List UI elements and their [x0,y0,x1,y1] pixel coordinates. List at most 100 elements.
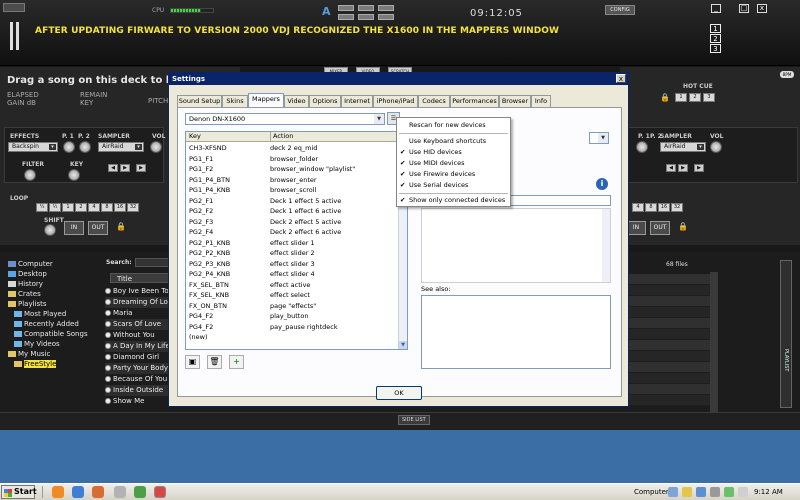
device-select[interactable]: Denon DN-X1600 ▼ [185,113,385,125]
tree-item-my-videos[interactable]: My Videos [14,340,60,348]
security-icon[interactable] [682,487,692,497]
browser-scrollbar[interactable] [710,272,718,422]
effect-select[interactable]: Backspin ▾ [8,142,58,152]
tab-video-settings[interactable]: Video [284,95,309,107]
tab-mappers[interactable]: Mappers [248,93,284,107]
mapping-row[interactable]: PG1_P4_KNB browser_scroll [186,185,398,195]
mapping-row[interactable]: PG1_F2 browser_window "playlist" [186,164,398,174]
layout-1-button[interactable]: 1 [710,24,721,33]
tab-skins[interactable]: Skins [222,95,248,107]
sampler-prev-button[interactable]: ◀ [108,164,118,172]
tab-iphone-ipad[interactable]: iPhone/iPad [373,95,418,107]
layout-buttons[interactable] [338,5,396,23]
sampler-next-button[interactable]: ▶ [120,164,130,172]
mapping-row[interactable]: PG2_P1_KNB effect slider 1 [186,238,398,248]
song-row[interactable]: Inside Outside [105,385,170,396]
song-row[interactable]: Because Of You [105,374,170,385]
song-row[interactable]: Dreaming Of Lo [105,297,170,308]
song-row[interactable]: A Day In My Life [105,341,170,352]
right-effect-param-knob[interactable] [636,141,648,153]
minimize-button[interactable]: _ [711,4,721,13]
tree-item-desktop[interactable]: Desktop [8,270,47,278]
loop-button-16[interactable]: 16 [114,203,126,212]
tab-sound-setup[interactable]: Sound Setup [177,95,222,107]
right-sampler-select[interactable]: AirRaid ▾ [660,142,706,152]
media-icon[interactable] [92,486,104,498]
right-lock-icon[interactable]: 🔒 [660,93,670,102]
layout-2-button[interactable]: 2 [710,34,721,43]
layout-3-button[interactable]: 3 [710,44,721,53]
menu-item-midi-devices[interactable]: ✔ Use MIDI devices [397,158,510,169]
tab-internet[interactable]: Internet [341,95,373,107]
lock-icon[interactable]: 🔒 [116,222,126,231]
song-row[interactable]: Diamond Girl [105,352,170,363]
loop-button-quarter[interactable]: ¼ [36,203,48,212]
ie-icon[interactable] [72,486,84,498]
info-icon[interactable]: i [596,178,608,190]
loop-out-button[interactable]: OUT [88,221,108,235]
close-button[interactable]: x [757,4,767,13]
menu-item-only-connected[interactable]: ✔ Show only connected devices [397,195,510,206]
loop-button-half[interactable]: ½ [49,203,61,212]
right-loop-lock-icon[interactable]: 🔒 [678,222,688,231]
mapping-row[interactable]: PG2_P3_KNB effect slider 3 [186,259,398,269]
new-mapping-plus-icon[interactable]: + [229,355,244,369]
tree-item-most-played[interactable]: Most Played [14,310,66,318]
network-icon[interactable] [668,487,678,497]
bluetooth-icon[interactable] [696,487,706,497]
tree-item-my-music[interactable]: My Music [8,350,50,358]
effect-param-1-knob[interactable] [63,141,75,153]
hot-cue-2-button[interactable]: 2 [689,93,701,102]
mapping-row[interactable]: (new) [186,332,398,342]
tree-item-freestyle[interactable]: FreeStyle [14,360,57,368]
hot-cue-3-button[interactable]: 3 [703,93,715,102]
loop-button-4[interactable]: 4 [88,203,100,212]
right-loop-out-button[interactable]: OUT [650,221,670,235]
song-row[interactable]: Party Your Body [105,363,170,374]
delete-mapping-icon[interactable]: 🗑 [207,355,222,369]
show-desktop-icon[interactable] [114,486,126,498]
mapping-row[interactable]: PG4_F2 play_button [186,311,398,321]
scroll-down-icon[interactable]: ▼ [399,341,407,349]
tray-extra-icon[interactable] [738,487,748,497]
right-loop-in-button[interactable]: IN [626,221,646,235]
mapping-row[interactable]: PG2_P2_KNB effect slider 2 [186,248,398,258]
column-key-header[interactable]: Key [189,132,201,141]
loop-button-32[interactable]: 32 [127,203,139,212]
menu-item-keyboard-shortcuts[interactable]: Use Keyboard shortcuts [397,136,510,147]
tree-item-recently-added[interactable]: Recently Added [14,320,79,328]
tab-codecs[interactable]: Codecs [418,95,450,107]
mapping-row[interactable]: PG2_F2 Deck 1 effect 6 active [186,206,398,216]
mapping-row[interactable]: CH3-XFSND deck 2 eq_mid [186,143,398,153]
tab-options[interactable]: Options [309,95,341,107]
tree-item-history[interactable]: History [8,280,43,288]
shift-knob[interactable] [44,224,56,236]
mapping-row[interactable]: PG1_P4_BTN browser_enter [186,175,398,185]
filter-knob[interactable] [24,169,36,181]
maximize-button[interactable]: □ [739,4,749,13]
right-sampler-volume-knob[interactable] [710,141,722,153]
add-mapping-icon[interactable]: ▣ [185,355,200,369]
app-taskbar-icon[interactable] [134,486,146,498]
menu-item-hid-devices[interactable]: ✔ Use HID devices [397,147,510,158]
tab-info[interactable]: Info [531,95,551,107]
settings-title-bar[interactable]: Settings [169,73,628,85]
mapping-row[interactable]: FX_SEL_KNB effect select [186,290,398,300]
firefox-icon[interactable] [52,486,64,498]
playlist-side-tab[interactable]: PLAYLIST [780,260,792,408]
loop-button-2[interactable]: 2 [75,203,87,212]
action-select[interactable]: ▼ [589,132,609,144]
song-row[interactable]: Boy Ive Been To [105,286,170,297]
tree-item-crates[interactable]: Crates [8,290,41,298]
settings-close-button[interactable]: x [616,74,626,83]
menu-item-firewire-devices[interactable]: ✔ Use Firewire devices [397,169,510,180]
ok-button[interactable]: OK [376,386,422,400]
sampler-select[interactable]: AirRaid ▾ [98,142,144,152]
sampler-play-button[interactable]: ▶ [136,164,146,172]
song-row[interactable]: Maria [105,308,170,319]
mapping-row[interactable]: PG1_F1 browser_folder [186,154,398,164]
mapping-row[interactable]: PG4_F2 pay_pause rightdeck [186,322,398,332]
mapping-row[interactable]: PG2_P4_KNB effect slider 4 [186,269,398,279]
loop-button-1[interactable]: 1 [62,203,74,212]
loop-button-8[interactable]: 8 [101,203,113,212]
